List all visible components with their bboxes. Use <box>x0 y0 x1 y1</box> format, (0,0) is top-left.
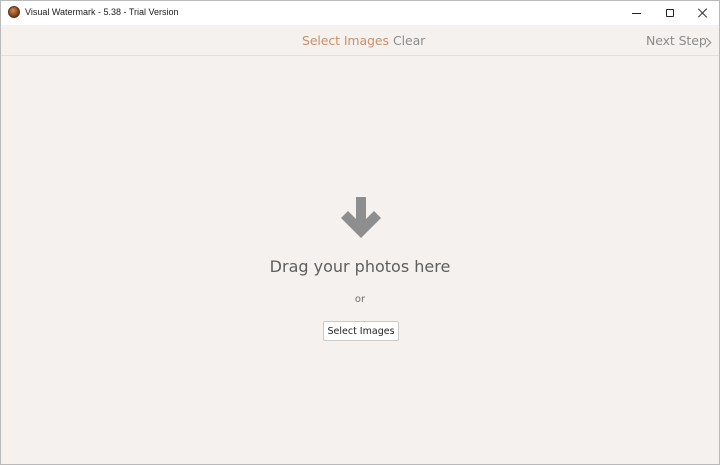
select-images-link[interactable]: Select Images <box>302 33 389 48</box>
minimize-button[interactable] <box>619 1 653 25</box>
maximize-button[interactable] <box>653 1 687 25</box>
maximize-icon <box>666 9 674 17</box>
title-bar[interactable]: Visual Watermark - 5.38 - Trial Version <box>1 1 719 25</box>
app-logo-icon <box>8 6 20 18</box>
arrow-down-icon <box>341 197 381 238</box>
window-title: Visual Watermark - 5.38 - Trial Version <box>25 7 179 17</box>
close-icon <box>698 8 708 18</box>
or-separator: or <box>354 294 366 305</box>
select-images-button[interactable]: Select Images <box>323 321 399 341</box>
minimize-icon <box>631 12 641 14</box>
drop-zone[interactable]: Drag your photos here or Select Images <box>1 57 719 464</box>
toolbar: Select Images Clear Next Step <box>1 25 719 56</box>
drag-photos-heading: Drag your photos here <box>269 257 451 276</box>
app-window: Visual Watermark - 5.38 - Trial Version … <box>0 0 720 465</box>
clear-link[interactable]: Clear <box>393 33 425 48</box>
close-button[interactable] <box>686 1 720 25</box>
next-step-link[interactable]: Next Step <box>646 33 707 48</box>
